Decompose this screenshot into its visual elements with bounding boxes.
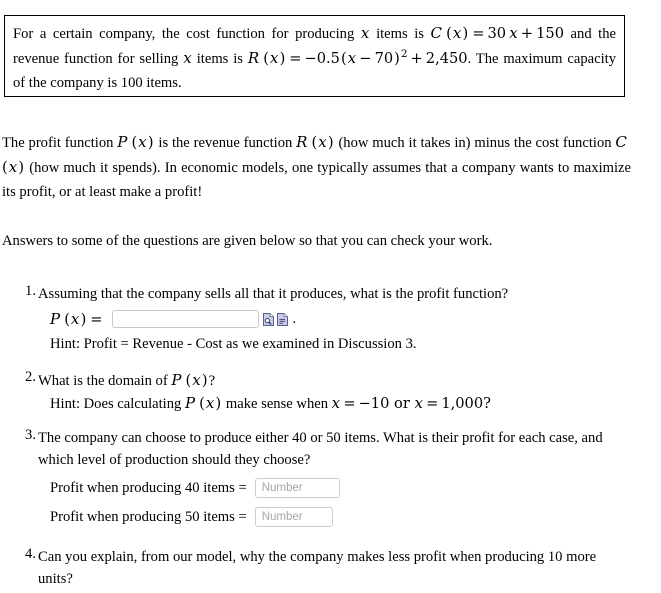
- question-2-hint-b: make sense when: [222, 396, 332, 412]
- profit-function-paragraph: The profit function P (x) is the revenue…: [2, 130, 631, 204]
- profit-fn-name-1: P: [117, 133, 128, 151]
- preview-document-alt-icon[interactable]: [276, 312, 288, 326]
- cost-fn-name-1: C: [615, 133, 628, 151]
- profit-40-label: Profit when producing 40 items =: [50, 479, 247, 496]
- problem-text-part-4: items is: [191, 51, 248, 67]
- preview-document-icon[interactable]: [262, 312, 274, 326]
- math-var-x-2: x: [183, 49, 192, 67]
- question-number-3: 3.: [25, 427, 36, 443]
- question-2-hint-a: Hint: Does calculating: [50, 396, 185, 412]
- answers-note-paragraph: Answers to some of the questions are giv…: [2, 233, 493, 249]
- revenue-fn-name: R: [247, 49, 260, 67]
- question-2-text-a: What is the domain of: [38, 373, 172, 389]
- question-item-1: 1. Assuming that the company sells all t…: [0, 283, 640, 355]
- profit-para-part-3: (how much it takes in) minus the cost fu…: [334, 135, 616, 151]
- cost-intercept: 150: [536, 25, 564, 42]
- revenue-fn-inline-1: R (x): [296, 133, 334, 151]
- cost-fn-arg: x: [452, 24, 462, 42]
- question-list: 1. Assuming that the company sells all t…: [0, 283, 640, 593]
- question-2-text-b: ?: [208, 373, 216, 389]
- question-text-1: Assuming that the company sells all that…: [38, 286, 509, 302]
- revenue-constant: 2,450: [425, 50, 468, 67]
- question-2-hint: Hint: Does calculating P (x) make sense …: [50, 394, 491, 412]
- revenue-function-formula: R (x) = −0.5(x −70)2 +2,450: [247, 48, 468, 67]
- cost-fn-name: C: [430, 24, 443, 42]
- profit-fn-arg-2: x: [192, 371, 201, 389]
- hint-var-x-2: x: [414, 394, 424, 412]
- profit-fn-inline-3: P (x): [184, 394, 222, 412]
- question-number-1: 1.: [25, 283, 36, 299]
- profit-para-part-2: is the revenue function: [154, 135, 297, 151]
- revenue-shift: 70: [374, 50, 394, 67]
- answer-label-fn-name: P: [50, 309, 61, 328]
- profit-40-row: Profit when producing 40 items =: [38, 475, 622, 501]
- profit-para-part-1: The profit function: [2, 135, 118, 151]
- answer-preview-icons: [262, 312, 291, 326]
- answer-label-var: x: [70, 309, 80, 328]
- revenue-fn-name-1: R: [296, 133, 308, 151]
- revenue-exponent: 2: [400, 48, 408, 61]
- question-text-2: What is the domain of P (x)?: [38, 369, 640, 392]
- cost-slope: 30: [487, 25, 507, 42]
- hint-value-2: 1,000: [441, 395, 484, 412]
- question-item-4: 4. Can you explain, from our model, why …: [0, 546, 640, 590]
- profit-function-input[interactable]: [111, 310, 259, 328]
- question-1-hint: Hint: Profit = Revenue - Cost as we exam…: [50, 336, 417, 352]
- question-text-4: Can you explain, from our model, why the…: [38, 549, 597, 587]
- question-item-2: 2. What is the domain of P (x)? Hint: Do…: [0, 369, 640, 415]
- profit-50-input[interactable]: [254, 507, 333, 527]
- profit-40-input[interactable]: [254, 478, 340, 498]
- revenue-coefficient: −0.5: [304, 50, 340, 67]
- cost-function-formula: C (x) = 30 x +150: [430, 24, 564, 42]
- hint-value-1: −10: [358, 395, 390, 412]
- answer-trailing-period: .: [292, 310, 297, 327]
- profit-fn-name-2: P: [171, 371, 182, 389]
- problem-text-part-1: For a certain company, the cost function…: [13, 26, 361, 42]
- revenue-fn-arg-1: x: [318, 133, 327, 151]
- profit-fn-arg-3: x: [205, 394, 215, 412]
- question-item-3: 3. The company can choose to produce eit…: [0, 427, 640, 530]
- question-number-2: 2.: [25, 369, 36, 385]
- question-number-4: 4.: [25, 546, 36, 562]
- problem-text-part-2: items is: [369, 26, 431, 42]
- question-text-3: The company can choose to produce either…: [38, 430, 603, 468]
- math-var-x-1: x: [360, 24, 370, 42]
- profit-fn-answer-label: P (x) =: [50, 310, 106, 329]
- profit-50-label: Profit when producing 50 items =: [50, 508, 247, 525]
- profit-fn-inline-1: P (x): [117, 133, 154, 151]
- problem-statement-box: For a certain company, the cost function…: [4, 15, 625, 97]
- profit-fn-arg-1: x: [138, 133, 147, 151]
- profit-para-part-4: (how much it spends). In economic models…: [2, 160, 631, 200]
- revenue-fn-arg: x: [269, 49, 279, 67]
- answer-label-equals: =: [90, 310, 103, 328]
- problem-statement-text: For a certain company, the cost function…: [13, 21, 616, 95]
- profit-fn-name-3: P: [184, 394, 196, 412]
- question-1-answer-row: P (x) = .: [38, 305, 640, 333]
- profit-50-row: Profit when producing 50 items =: [38, 504, 622, 530]
- profit-fn-inline-2: P (x): [171, 371, 208, 389]
